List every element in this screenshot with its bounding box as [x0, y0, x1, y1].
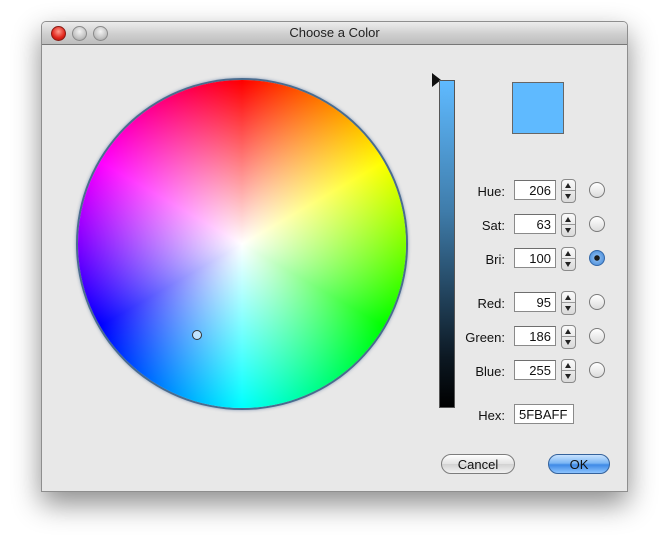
cancel-button[interactable]: Cancel	[441, 454, 515, 474]
stepper-divider	[562, 370, 575, 371]
blue-radio[interactable]	[589, 362, 605, 378]
green-row: Green: 186	[442, 325, 627, 350]
stepper-down-arrow-icon[interactable]	[565, 306, 571, 311]
stepper-up-arrow-icon[interactable]	[565, 363, 571, 368]
green-label: Green:	[465, 330, 505, 345]
saturation-field[interactable]: 63	[514, 214, 556, 234]
stepper-divider	[562, 258, 575, 259]
stepper-up-arrow-icon[interactable]	[565, 183, 571, 188]
green-radio[interactable]	[589, 328, 605, 344]
brightness-row: Bri: 100	[442, 247, 627, 272]
blue-label: Blue:	[475, 364, 505, 379]
window-title: Choose a Color	[289, 25, 380, 40]
stepper-up-arrow-icon[interactable]	[565, 217, 571, 222]
color-wheel-selection-marker[interactable]	[192, 330, 202, 340]
hue-field[interactable]: 206	[514, 180, 556, 200]
color-wheel[interactable]	[78, 80, 406, 408]
hex-row: Hex: 5FBAFF	[442, 404, 627, 428]
hue-label: Hue:	[477, 184, 505, 199]
stepper-down-arrow-icon[interactable]	[565, 262, 571, 267]
stepper-divider	[562, 224, 575, 225]
blue-row: Blue: 255	[442, 359, 627, 384]
stepper-up-arrow-icon[interactable]	[565, 251, 571, 256]
saturation-radio[interactable]	[589, 216, 605, 232]
hex-field[interactable]: 5FBAFF	[514, 404, 574, 424]
hue-row: Hue: 206	[442, 179, 627, 204]
red-radio[interactable]	[589, 294, 605, 310]
brightness-field[interactable]: 100	[514, 248, 556, 268]
hex-label: Hex:	[478, 408, 505, 423]
stepper-up-arrow-icon[interactable]	[565, 329, 571, 334]
stepper-down-arrow-icon[interactable]	[565, 228, 571, 233]
red-row: Red: 95	[442, 291, 627, 316]
hue-stepper[interactable]	[561, 179, 576, 203]
color-preview-swatch	[512, 82, 564, 134]
stepper-divider	[562, 336, 575, 337]
title-bar[interactable]: Choose a Color	[42, 22, 627, 45]
stepper-down-arrow-icon[interactable]	[565, 340, 571, 345]
saturation-label: Sat:	[481, 218, 505, 233]
stepper-down-arrow-icon[interactable]	[565, 194, 571, 199]
blue-field[interactable]: 255	[514, 360, 556, 380]
stepper-down-arrow-icon[interactable]	[565, 374, 571, 379]
stepper-up-arrow-icon[interactable]	[565, 295, 571, 300]
red-field[interactable]: 95	[514, 292, 556, 312]
ok-button[interactable]: OK	[548, 454, 610, 474]
brightness-label: Bri:	[485, 252, 506, 267]
brightness-slider[interactable]	[439, 80, 455, 408]
brightness-stepper[interactable]	[561, 247, 576, 271]
saturation-row: Sat: 63	[442, 213, 627, 238]
stepper-divider	[562, 302, 575, 303]
saturation-stepper[interactable]	[561, 213, 576, 237]
red-stepper[interactable]	[561, 291, 576, 315]
stepper-divider	[562, 190, 575, 191]
green-stepper[interactable]	[561, 325, 576, 349]
hue-radio[interactable]	[589, 182, 605, 198]
brightness-radio[interactable]	[589, 250, 605, 266]
color-chooser-window: Choose a Color Hue: 206 Sat: 63 Bri: 100	[41, 21, 628, 492]
red-label: Red:	[477, 296, 505, 311]
blue-stepper[interactable]	[561, 359, 576, 383]
green-field[interactable]: 186	[514, 326, 556, 346]
